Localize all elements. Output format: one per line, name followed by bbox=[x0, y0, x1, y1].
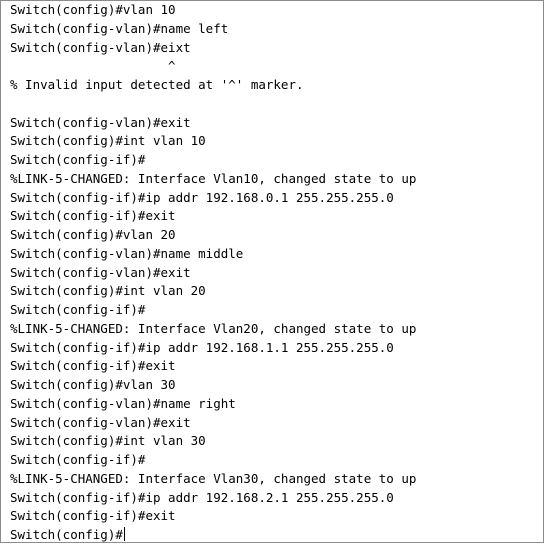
terminal-window[interactable]: Switch(config)#vlan 10 Switch(config-vla… bbox=[0, 0, 544, 543]
terminal-line: Switch(config-if)#ip addr 192.168.0.1 25… bbox=[10, 189, 394, 205]
terminal-line: Switch(config-vlan)#exit bbox=[10, 114, 191, 130]
terminal-line: Switch(config-if)# bbox=[10, 452, 146, 467]
link-status-message: %LINK-5-CHANGED: Interface Vlan20, chang… bbox=[10, 320, 417, 336]
terminal-line: Switch(config)#vlan 30 bbox=[10, 377, 176, 392]
link-status-message: %LINK-5-CHANGED: Interface Vlan30, chang… bbox=[10, 470, 417, 486]
terminal-line: Switch(config)#int vlan 10 bbox=[10, 133, 206, 149]
terminal-line: Switch(config-if)#exit bbox=[10, 208, 176, 224]
terminal-line: Switch(config-if)#ip addr 192.168.1.1 25… bbox=[10, 339, 394, 355]
terminal-line: Switch(config-vlan)#name left bbox=[10, 20, 229, 36]
command-prompt: Switch(config)# bbox=[10, 527, 123, 542]
terminal-line: Switch(config)#int vlan 30 bbox=[10, 433, 206, 449]
link-status-message: %LINK-5-CHANGED: Interface Vlan10, chang… bbox=[10, 170, 417, 186]
terminal-line: Switch(config-vlan)#exit bbox=[10, 264, 191, 280]
terminal-line: Switch(config-vlan)#name right bbox=[10, 395, 236, 411]
terminal-line: Switch(config)#vlan 20 bbox=[10, 227, 176, 242]
terminal-line: Switch(config)#int vlan 20 bbox=[10, 283, 206, 299]
terminal-line: Switch(config-if)# bbox=[10, 302, 146, 317]
terminal-line: Switch(config-if)# bbox=[10, 152, 146, 167]
terminal-line: Switch(config)#vlan 10 bbox=[10, 2, 176, 17]
terminal-line: Switch(config-vlan)#exit bbox=[10, 414, 191, 430]
terminal-line: Switch(config-vlan)#name middle bbox=[10, 245, 244, 261]
terminal-line: Switch(config-if)#exit bbox=[10, 508, 176, 524]
command-input-line[interactable]: Switch(config)# bbox=[10, 526, 543, 542]
error-message: % Invalid input detected at '^' marker. bbox=[10, 77, 304, 92]
text-cursor bbox=[123, 527, 125, 541]
terminal-line: Switch(config-if)#exit bbox=[10, 358, 176, 374]
terminal-output: Switch(config)#vlan 10 Switch(config-vla… bbox=[10, 1, 543, 542]
error-caret-line: ^ bbox=[10, 58, 176, 74]
terminal-line: Switch(config-vlan)#eixt bbox=[10, 39, 191, 55]
terminal-line: Switch(config-if)#ip addr 192.168.2.1 25… bbox=[10, 489, 394, 505]
